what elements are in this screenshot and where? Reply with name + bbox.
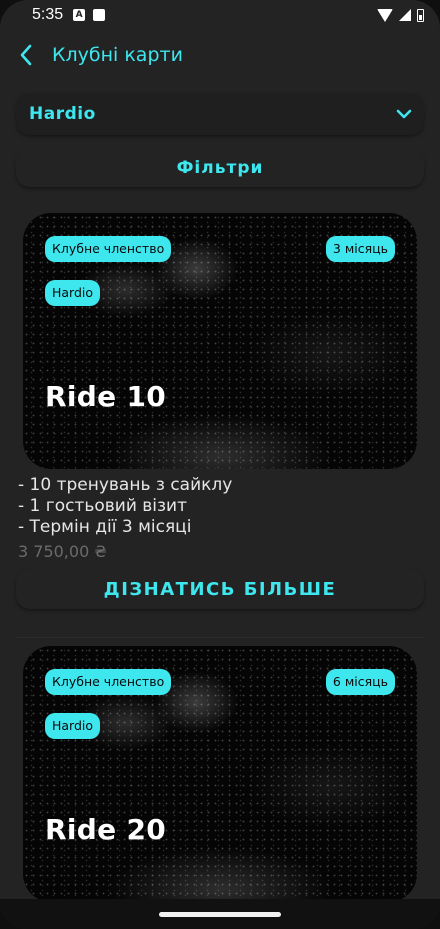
divider	[16, 637, 424, 638]
membership-item: Клубне членство 3 місяць Hardio Ride 10 …	[0, 213, 440, 609]
membership-card[interactable]: Клубне членство 6 місяць Hardio Ride 20	[23, 646, 417, 902]
description-line: - 10 тренувань з сайклу	[18, 475, 233, 495]
sd-card-icon	[93, 9, 106, 21]
tag-duration: 3 місяць	[325, 236, 395, 262]
membership-item: Клубне членство 6 місяць Hardio Ride 20	[0, 646, 440, 902]
status-time: 5:35	[32, 6, 64, 23]
font-icon: A	[73, 9, 86, 21]
app-screen: 5:35 A Клубні карти Hardio Фільтри Клубн…	[0, 0, 440, 929]
chevron-down-icon	[396, 109, 412, 119]
tag-membership-type: Клубне членство	[45, 669, 172, 695]
card-description: - 10 тренувань з сайклу - 1 гостьовий ві…	[18, 475, 440, 538]
navigation-bar	[0, 899, 440, 929]
card-name: Ride 10	[45, 380, 167, 413]
wifi-icon	[377, 8, 393, 22]
home-handle[interactable]	[159, 911, 281, 917]
club-select[interactable]: Hardio	[16, 93, 424, 135]
status-bar: 5:35 A	[0, 0, 440, 30]
chevron-left-icon	[20, 44, 32, 66]
membership-card[interactable]: Клубне членство 3 місяць Hardio Ride 10	[23, 213, 417, 469]
learn-more-label: ДІЗНАТИСЬ БІЛЬШЕ	[103, 578, 337, 600]
filters-button[interactable]: Фільтри	[16, 149, 424, 187]
card-name: Ride 20	[45, 813, 167, 846]
tag-club: Hardio	[45, 280, 101, 306]
description-line: - 1 гостьовий візит	[18, 496, 188, 516]
description-line: - Термін дії 3 місяці	[18, 517, 192, 537]
filters-label: Фільтри	[176, 158, 264, 178]
learn-more-button[interactable]: ДІЗНАТИСЬ БІЛЬШЕ	[16, 569, 424, 609]
tag-membership-type: Клубне членство	[45, 236, 172, 262]
back-button[interactable]	[12, 41, 40, 69]
battery-icon	[417, 8, 424, 22]
tag-duration: 6 місяць	[325, 669, 395, 695]
signal-icon	[399, 9, 411, 21]
app-header: Клубні карти	[0, 30, 440, 80]
tag-club: Hardio	[45, 713, 101, 739]
card-price: 3 750,00 ₴	[18, 542, 107, 561]
page-title: Клубні карти	[52, 44, 183, 66]
club-select-value: Hardio	[29, 104, 96, 124]
